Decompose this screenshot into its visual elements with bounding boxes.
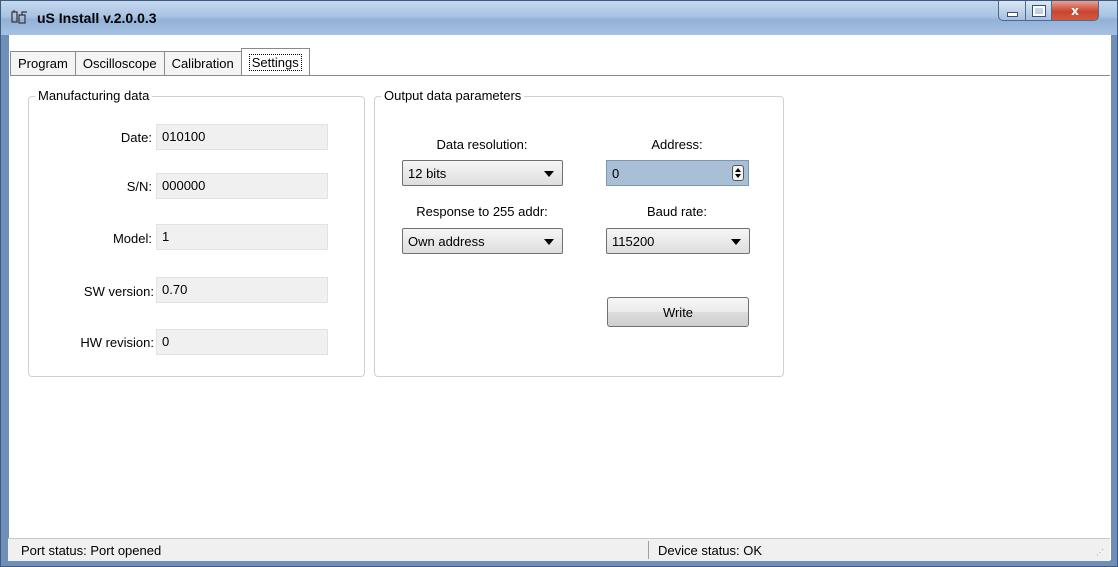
date-field: 010100	[156, 124, 328, 150]
response-label: Response to 255 addr:	[416, 204, 548, 219]
maximize-icon	[1031, 4, 1046, 17]
model-label: Model:	[112, 231, 152, 246]
tab-label: Oscilloscope	[82, 56, 157, 71]
spin-buttons-icon[interactable]	[732, 165, 744, 181]
data-resolution-select[interactable]: 12 bits	[402, 160, 563, 186]
serial-field: 000000	[156, 173, 328, 199]
sw-version-field: 0.70	[156, 277, 328, 303]
chevron-down-icon	[544, 171, 554, 177]
data-resolution-label: Data resolution:	[436, 137, 528, 152]
tab-program[interactable]: Program	[10, 51, 76, 75]
close-icon: x	[1071, 3, 1079, 18]
address-label: Address:	[651, 137, 703, 152]
tab-calibration[interactable]: Calibration	[163, 51, 242, 75]
tab-label: Calibration	[171, 56, 234, 71]
serial-label: S/N:	[126, 179, 152, 194]
hw-revision-field: 0	[156, 329, 328, 355]
close-button[interactable]: x	[1051, 1, 1099, 21]
address-value: 0	[612, 166, 620, 181]
maximize-button[interactable]	[1025, 1, 1052, 21]
tab-divider	[10, 75, 1110, 76]
title-bar[interactable]: uS Install v.2.0.0.3 x	[1, 1, 1117, 35]
baud-label: Baud rate:	[647, 204, 707, 219]
status-separator	[648, 541, 649, 559]
chevron-down-icon	[731, 239, 741, 245]
device-status: Device status: OK	[658, 543, 763, 558]
date-label: Date:	[120, 130, 152, 145]
app-icon	[11, 10, 27, 24]
write-button[interactable]: Write	[607, 297, 749, 327]
response-value: Own address	[408, 234, 485, 249]
minimize-button[interactable]	[998, 1, 1026, 21]
data-resolution-value: 12 bits	[408, 166, 447, 181]
chevron-down-icon	[544, 239, 554, 245]
resize-grip-icon[interactable]: ⋰	[1096, 548, 1106, 558]
sw-version-label: SW version:	[83, 284, 154, 299]
port-status: Port status: Port opened	[21, 543, 162, 558]
response-select[interactable]: Own address	[402, 228, 563, 254]
minimize-icon	[1006, 12, 1018, 17]
address-spinner[interactable]: 0	[606, 160, 749, 186]
baud-rate-value: 115200	[612, 234, 655, 249]
manufacturing-legend: Manufacturing data	[35, 88, 153, 103]
status-bar: Port status: Port opened Device status: …	[8, 538, 1110, 561]
tab-label: Program	[18, 56, 68, 71]
tab-label: Settings	[248, 53, 302, 71]
model-field: 1	[156, 224, 328, 250]
hw-revision-label: HW revision:	[80, 335, 154, 350]
tab-strip: Program Oscilloscope Calibration Setting…	[10, 48, 310, 75]
tab-oscilloscope[interactable]: Oscilloscope	[74, 51, 165, 75]
baud-rate-select[interactable]: 115200	[606, 228, 750, 254]
tab-settings[interactable]: Settings	[240, 48, 310, 75]
window-title: uS Install v.2.0.0.3	[37, 10, 157, 26]
output-legend: Output data parameters	[381, 88, 525, 103]
